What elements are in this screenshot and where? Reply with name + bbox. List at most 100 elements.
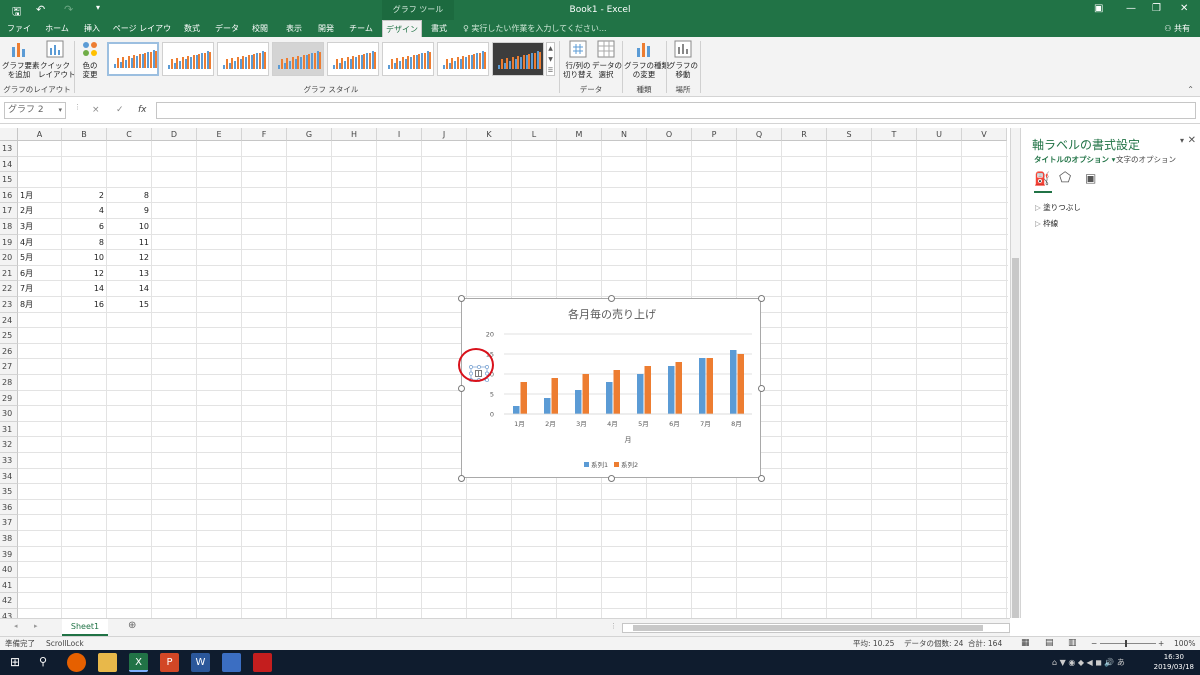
tab-developer[interactable]: 開発 [314, 20, 338, 37]
system-tray-icons[interactable]: ⌂ ▼ ◉ ◆ ◀ ◼ 🔊 あ [1052, 657, 1125, 668]
sheet-tab-sheet1[interactable]: Sheet1 [62, 619, 108, 636]
enter-icon[interactable]: ✓ [116, 102, 124, 119]
column-header[interactable]: H [332, 128, 377, 141]
quick-layout-button[interactable]: クイック レイアウト [38, 39, 76, 79]
cell[interactable]: 10 [109, 219, 149, 235]
cell[interactable]: 6 [64, 219, 104, 235]
column-header[interactable]: R [782, 128, 827, 141]
chart-style-8[interactable] [492, 42, 544, 76]
tell-me-search[interactable]: ♀ 実行したい作業を入力してください... [463, 20, 607, 37]
row-header[interactable]: 30 [0, 406, 18, 422]
row-header[interactable]: 40 [0, 562, 18, 578]
column-header[interactable]: T [872, 128, 917, 141]
cell[interactable]: 14 [109, 281, 149, 297]
section-fill[interactable]: ▷ 塗りつぶし [1035, 202, 1081, 213]
column-header[interactable]: D [152, 128, 197, 141]
row-header[interactable]: 19 [0, 234, 18, 251]
cell[interactable]: 2月 [20, 203, 59, 219]
row-header[interactable]: 18 [0, 219, 18, 235]
column-header[interactable]: J [422, 128, 467, 141]
row-header[interactable]: 41 [0, 577, 18, 594]
firefox-icon[interactable] [67, 653, 86, 672]
cell[interactable]: 9 [109, 203, 149, 219]
row-header[interactable]: 38 [0, 531, 18, 547]
prev-sheet-icon[interactable]: ◂ [14, 622, 18, 630]
row-header[interactable]: 43 [0, 609, 18, 618]
chevron-down-icon[interactable]: ▾ [58, 103, 62, 118]
cancel-icon[interactable]: × [92, 102, 100, 119]
row-header[interactable]: 22 [0, 281, 18, 297]
column-header[interactable]: B [62, 128, 107, 141]
tab-page-layout[interactable]: ページ レイアウト [112, 20, 172, 50]
cell[interactable]: 14 [64, 281, 104, 297]
select-data-button[interactable]: データの 選択 [592, 39, 622, 79]
row-header[interactable]: 14 [0, 156, 18, 173]
search-icon[interactable]: ⚲ [39, 655, 47, 668]
app-icon-red[interactable] [253, 653, 272, 672]
windows-start-icon[interactable]: ⊞ [10, 655, 20, 669]
column-header[interactable]: M [557, 128, 602, 141]
resize-handle[interactable] [758, 475, 765, 482]
column-header[interactable]: E [197, 128, 242, 141]
row-header[interactable]: 21 [0, 265, 18, 282]
cell[interactable]: 10 [64, 250, 104, 266]
cell[interactable]: 11 [109, 235, 149, 251]
row-header[interactable]: 32 [0, 437, 18, 453]
chart-style-4[interactable] [272, 42, 324, 76]
column-header[interactable]: K [467, 128, 512, 141]
chart-style-5[interactable] [327, 42, 379, 76]
cell[interactable]: 4 [64, 203, 104, 219]
row-header[interactable]: 31 [0, 421, 18, 438]
row-header[interactable]: 25 [0, 328, 18, 344]
close-button[interactable]: ✕ [1180, 3, 1188, 14]
column-header[interactable]: O [647, 128, 692, 141]
page-layout-view-icon[interactable]: ▤ [1045, 637, 1054, 650]
effects-icon[interactable]: ⬠ [1059, 170, 1071, 186]
normal-view-icon[interactable]: ▦ [1021, 637, 1030, 650]
word-icon[interactable]: W [191, 653, 210, 672]
powerpoint-icon[interactable]: P [160, 653, 179, 672]
row-header[interactable]: 28 [0, 375, 18, 391]
app-icon[interactable] [222, 653, 241, 672]
vertical-scroll-thumb[interactable] [1012, 258, 1019, 618]
row-header[interactable]: 35 [0, 484, 18, 500]
horizontal-scroll-thumb[interactable] [633, 625, 983, 631]
row-header[interactable]: 36 [0, 499, 18, 516]
resize-handle[interactable] [458, 475, 465, 482]
cell[interactable]: 7月 [20, 281, 59, 297]
tab-view[interactable]: 表示 [282, 20, 306, 37]
change-colors-button[interactable]: 色の 変更 [76, 39, 104, 79]
column-header[interactable]: N [602, 128, 647, 141]
vertical-scrollbar[interactable] [1010, 128, 1020, 618]
collapse-ribbon-icon[interactable]: ⌃ [1187, 85, 1194, 94]
column-header[interactable]: F [242, 128, 287, 141]
row-header[interactable]: 17 [0, 203, 18, 219]
change-chart-type-button[interactable]: グラフの種類 の変更 [624, 39, 669, 79]
column-header[interactable]: G [287, 128, 332, 141]
cell[interactable]: 16 [64, 297, 104, 313]
row-header[interactable]: 24 [0, 312, 18, 329]
tab-format[interactable]: 書式 [424, 20, 454, 37]
column-header[interactable]: L [512, 128, 557, 141]
row-header[interactable]: 34 [0, 468, 18, 485]
size-properties-icon[interactable]: ▣ [1085, 171, 1096, 185]
cell[interactable]: 8 [64, 235, 104, 251]
split-handle-icon[interactable]: ⋮ [610, 622, 617, 630]
close-pane-icon[interactable]: ✕ [1188, 135, 1196, 146]
share-button[interactable]: ⚇ 共有 [1164, 20, 1190, 37]
pane-options-icon[interactable]: ▾ [1180, 136, 1184, 145]
add-chart-element-button[interactable]: グラフ要素 を追加 [2, 39, 40, 79]
file-explorer-icon[interactable] [98, 653, 117, 672]
cell[interactable]: 12 [64, 266, 104, 282]
row-header[interactable]: 16 [0, 187, 18, 204]
cell[interactable]: 5月 [20, 250, 59, 266]
switch-row-column-button[interactable]: 行/列の 切り替え [562, 39, 594, 79]
zoom-slider-thumb[interactable] [1125, 640, 1127, 647]
column-header[interactable]: Q [737, 128, 782, 141]
chart-style-2[interactable] [162, 42, 214, 76]
column-header[interactable]: C [107, 128, 152, 141]
tab-text-options[interactable]: 文字のオプション [1116, 154, 1176, 165]
move-chart-button[interactable]: グラフの 移動 [668, 39, 698, 79]
resize-handle[interactable] [608, 295, 615, 302]
minimize-button[interactable]: — [1126, 3, 1136, 14]
